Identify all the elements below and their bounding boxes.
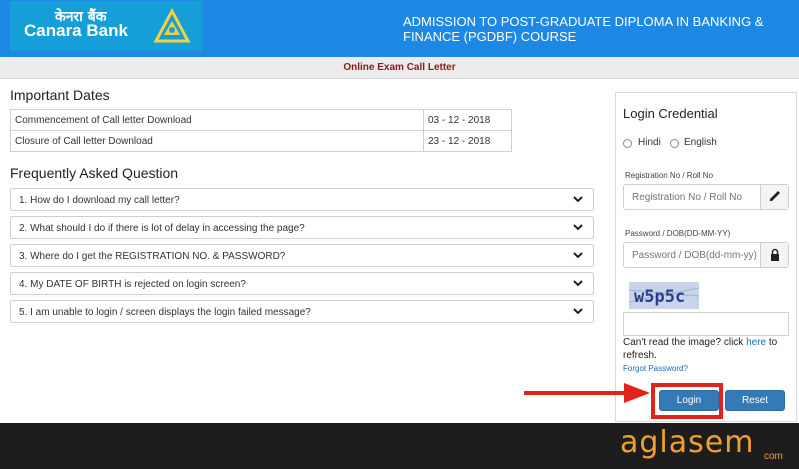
registration-input[interactable] <box>624 185 761 209</box>
radio-english[interactable] <box>670 139 679 148</box>
subheader-bar: Online Exam Call Letter <box>0 57 799 79</box>
refresh-captcha-link[interactable]: here <box>746 337 766 348</box>
forgot-password-link[interactable]: Forgot Password? <box>623 364 688 373</box>
table-row: Closure of Call letter Download 23 - 12 … <box>10 130 512 152</box>
faq-item-5[interactable]: 5. I am unable to login / screen display… <box>10 300 594 323</box>
faq-title: Frequently Asked Question <box>10 165 179 181</box>
table-row: Commencement of Call letter Download 03 … <box>10 109 512 131</box>
password-label: Password / DOB(DD-MM-YY) <box>625 229 731 238</box>
chevron-down-icon <box>573 252 583 259</box>
faq-item-3[interactable]: 3. Where do I get the REGISTRATION NO. &… <box>10 244 594 267</box>
faq-question: 3. Where do I get the REGISTRATION NO. &… <box>19 251 286 262</box>
chevron-down-icon <box>573 308 583 315</box>
canara-bank-logo: केनरा बैंक Canara Bank <box>10 1 202 51</box>
chevron-down-icon <box>573 224 583 231</box>
faq-item-1[interactable]: 1. How do I download my call letter? <box>10 188 594 211</box>
page-title: ADMISSION TO POST-GRADUATE DIPLOMA IN BA… <box>403 14 764 44</box>
bank-emblem-icon <box>153 7 191 43</box>
aglasem-watermark-suffix: com <box>764 451 783 462</box>
aglasem-watermark-logo: aglasem <box>620 425 755 460</box>
faq-item-2[interactable]: 2. What should I do if there is lot of d… <box>10 216 594 239</box>
pencil-icon <box>760 185 788 209</box>
radio-label-hindi: Hindi <box>638 137 661 148</box>
registration-label: Registration No / Roll No <box>625 171 714 180</box>
page-header: केनरा बैंक Canara Bank ADMISSION TO POST… <box>0 0 799 57</box>
faq-question: 2. What should I do if there is lot of d… <box>19 223 305 234</box>
faq-item-4[interactable]: 4. My DATE OF BIRTH is rejected on login… <box>10 272 594 295</box>
captcha-text: w5p5c <box>634 287 685 307</box>
radio-label-english: English <box>684 137 717 148</box>
captcha-input[interactable] <box>623 312 789 336</box>
login-panel: Login Credential Hindi English Registrat… <box>615 92 797 422</box>
date-label-cell: Closure of Call letter Download <box>10 130 424 152</box>
logo-english-text: Canara Bank <box>24 21 128 40</box>
date-value-cell: 23 - 12 - 2018 <box>423 130 512 152</box>
date-value-cell: 03 - 12 - 2018 <box>423 109 512 131</box>
faq-question: 4. My DATE OF BIRTH is rejected on login… <box>19 279 246 290</box>
password-input[interactable] <box>624 243 761 267</box>
reset-button[interactable]: Reset <box>725 390 785 411</box>
captcha-image: w5p5c <box>628 282 700 309</box>
date-label-cell: Commencement of Call letter Download <box>10 109 424 131</box>
faq-question: 5. I am unable to login / screen display… <box>19 307 311 318</box>
important-dates-title: Important Dates <box>10 87 110 103</box>
lock-icon <box>760 243 788 267</box>
captcha-refresh-text: Can't read the image? click here to refr… <box>623 336 793 362</box>
refresh-prefix: Can't read the image? click <box>623 337 747 348</box>
important-dates-table: Commencement of Call letter Download 03 … <box>10 109 512 152</box>
password-input-group <box>623 242 789 268</box>
subheader-title: Online Exam Call Letter <box>343 62 456 73</box>
login-highlight-box <box>651 383 723 419</box>
faq-question: 1. How do I download my call letter? <box>19 195 180 206</box>
registration-input-group <box>623 184 789 210</box>
chevron-down-icon <box>573 196 583 203</box>
red-arrow-icon <box>524 383 650 403</box>
chevron-down-icon <box>573 280 583 287</box>
login-title: Login Credential <box>623 106 718 121</box>
radio-hindi[interactable] <box>623 139 632 148</box>
